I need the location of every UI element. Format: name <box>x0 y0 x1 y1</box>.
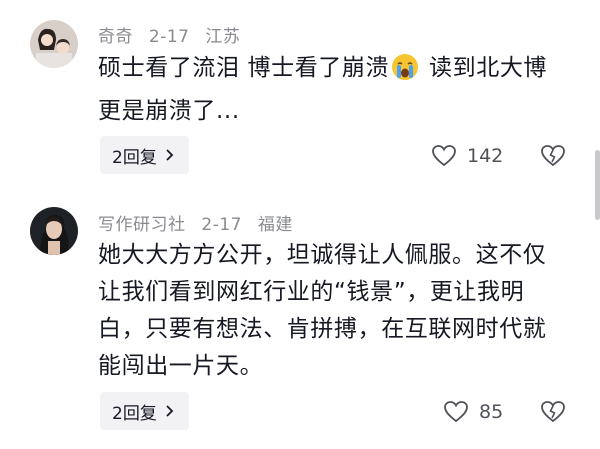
crying-face-icon <box>391 53 419 93</box>
comment-author[interactable]: 奇奇 <box>98 27 133 47</box>
scrollbar-thumb[interactable] <box>595 150 600 220</box>
avatar-photo-icon <box>30 20 78 68</box>
comment-location: 福建 <box>257 215 293 235</box>
broken-heart-icon <box>541 401 565 423</box>
comment-meta: 奇奇 2-17 江苏 <box>98 22 250 47</box>
dislike-button[interactable] <box>540 400 566 428</box>
like-button[interactable]: 142 <box>431 144 503 168</box>
comment-location: 江苏 <box>205 27 241 47</box>
comment-text: 她大大方方公开，坦诚得让人佩服。这不仅让我们看到网红行业的“钱景”，更让我明白，… <box>98 242 547 379</box>
comment-date: 2-17 <box>148 27 190 47</box>
heart-icon <box>432 145 456 167</box>
like-button[interactable]: 85 <box>443 400 503 424</box>
avatar-photo-icon <box>30 207 78 255</box>
comment-text: 硕士看了流泪 博士看了崩溃 读到北大博更是崩溃了... <box>98 50 568 130</box>
comment-author[interactable]: 写作研习社 <box>98 215 186 235</box>
reply-button[interactable]: 2回复 <box>100 392 189 430</box>
reply-label: 2回复 <box>112 147 157 168</box>
chevron-right-icon <box>166 405 174 417</box>
avatar[interactable] <box>30 207 78 255</box>
dislike-button[interactable] <box>540 144 566 172</box>
like-count: 142 <box>467 145 504 167</box>
chevron-right-icon <box>166 149 174 161</box>
comment-text-part-1: 硕士看了流泪 博士看了崩溃 <box>98 55 390 81</box>
comment-meta: 写作研习社 2-17 福建 <box>98 210 303 235</box>
avatar[interactable] <box>30 20 78 68</box>
heart-icon <box>444 401 468 423</box>
broken-heart-icon <box>541 145 565 167</box>
reply-button[interactable]: 2回复 <box>100 136 189 174</box>
reply-label: 2回复 <box>112 403 157 424</box>
like-count: 85 <box>479 401 504 423</box>
comment-date: 2-17 <box>201 215 242 235</box>
